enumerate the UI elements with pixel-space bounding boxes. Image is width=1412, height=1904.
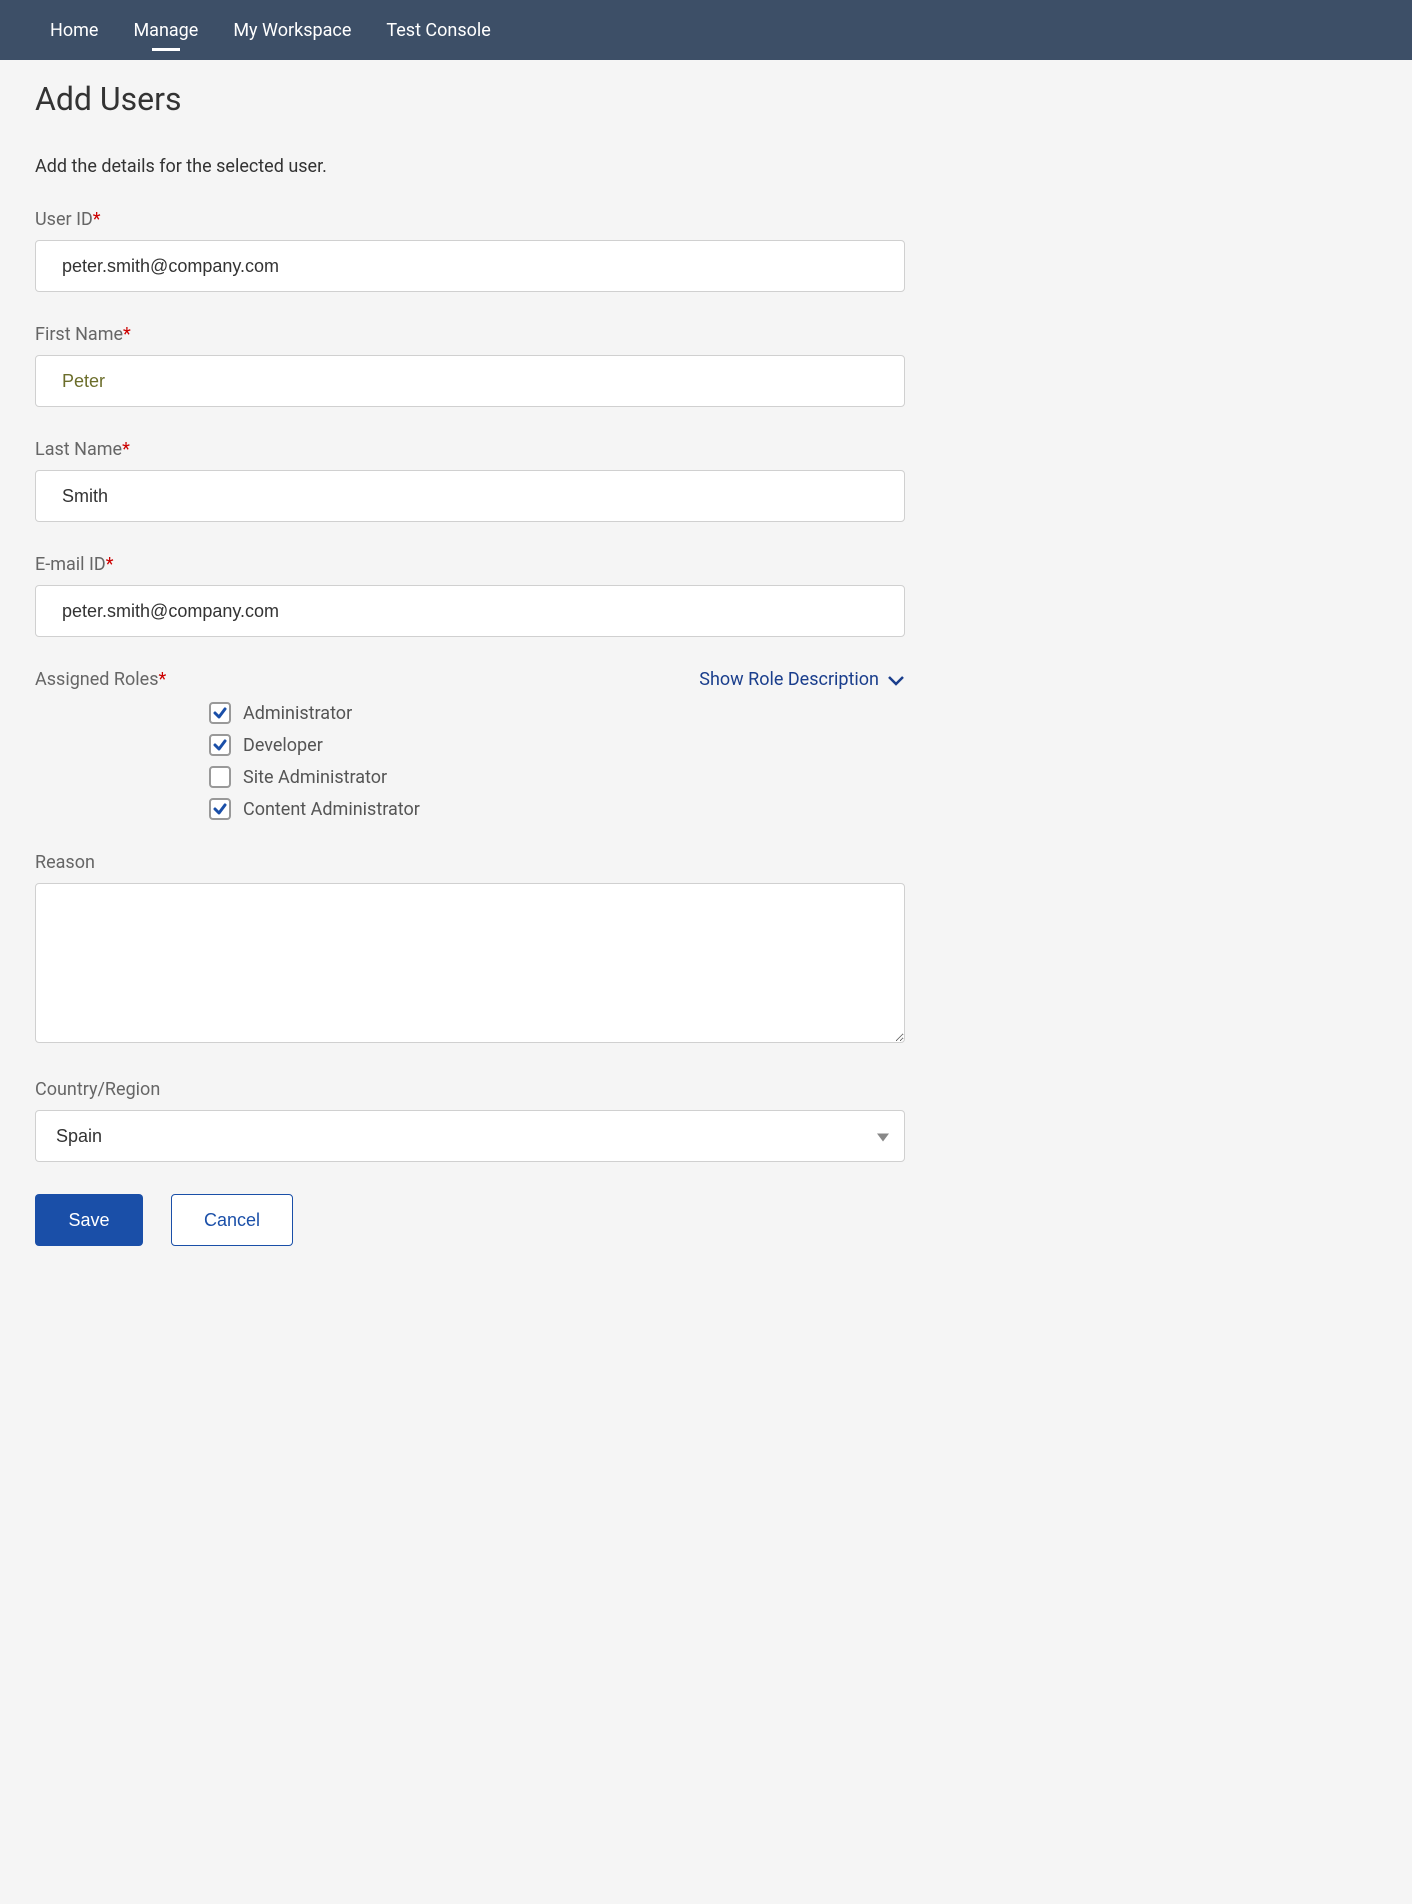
role-developer: Developer	[209, 734, 1377, 756]
last-name-input[interactable]	[35, 470, 905, 522]
email-id-label: E-mail ID*	[35, 554, 1377, 575]
form-group-last-name: Last Name*	[35, 439, 1377, 522]
role-label: Developer	[243, 735, 323, 756]
email-id-input[interactable]	[35, 585, 905, 637]
assigned-roles-label: Assigned Roles*	[35, 669, 166, 690]
required-marker: *	[158, 669, 166, 690]
reason-textarea[interactable]	[35, 883, 905, 1043]
user-id-label: User ID*	[35, 209, 1377, 230]
page-title: Add Users	[35, 80, 1377, 118]
nav-my-workspace[interactable]: My Workspace	[233, 2, 351, 59]
checkbox-administrator[interactable]	[209, 702, 231, 724]
form-group-email-id: E-mail ID*	[35, 554, 1377, 637]
country-region-label: Country/Region	[35, 1079, 1377, 1100]
form-group-country-region: Country/Region Spain	[35, 1079, 1377, 1162]
user-id-input[interactable]	[35, 240, 905, 292]
cancel-button[interactable]: Cancel	[171, 1194, 293, 1246]
required-marker: *	[122, 439, 130, 460]
checkbox-site-administrator[interactable]	[209, 766, 231, 788]
required-marker: *	[93, 209, 101, 230]
nav-home[interactable]: Home	[50, 2, 98, 59]
required-marker: *	[106, 554, 114, 575]
page-subtitle: Add the details for the selected user.	[35, 156, 1377, 177]
form-group-reason: Reason	[35, 852, 1377, 1047]
country-region-select[interactable]: Spain	[35, 1110, 905, 1162]
top-navbar: Home Manage My Workspace Test Console	[0, 0, 1412, 60]
form-group-first-name: First Name*	[35, 324, 1377, 407]
role-content-administrator: Content Administrator	[209, 798, 1377, 820]
show-role-description-link[interactable]: Show Role Description	[699, 669, 905, 690]
checkbox-content-administrator[interactable]	[209, 798, 231, 820]
form-group-assigned-roles: Assigned Roles* Show Role Description Ad…	[35, 669, 1377, 820]
main-content: Add Users Add the details for the select…	[0, 60, 1412, 1266]
nav-manage[interactable]: Manage	[133, 2, 198, 59]
last-name-label: Last Name*	[35, 439, 1377, 460]
chevron-down-icon	[887, 671, 905, 689]
form-group-user-id: User ID*	[35, 209, 1377, 292]
role-site-administrator: Site Administrator	[209, 766, 1377, 788]
role-administrator: Administrator	[209, 702, 1377, 724]
first-name-input[interactable]	[35, 355, 905, 407]
checkbox-developer[interactable]	[209, 734, 231, 756]
required-marker: *	[123, 324, 131, 345]
role-label: Site Administrator	[243, 767, 387, 788]
show-role-description-text: Show Role Description	[699, 669, 879, 690]
save-button[interactable]: Save	[35, 1194, 143, 1246]
role-label: Administrator	[243, 703, 352, 724]
roles-checkbox-list: Administrator Developer Site Administrat…	[209, 702, 1377, 820]
reason-label: Reason	[35, 852, 1377, 873]
first-name-label: First Name*	[35, 324, 1377, 345]
role-label: Content Administrator	[243, 799, 420, 820]
form-actions: Save Cancel	[35, 1194, 1377, 1246]
nav-test-console[interactable]: Test Console	[386, 2, 490, 59]
